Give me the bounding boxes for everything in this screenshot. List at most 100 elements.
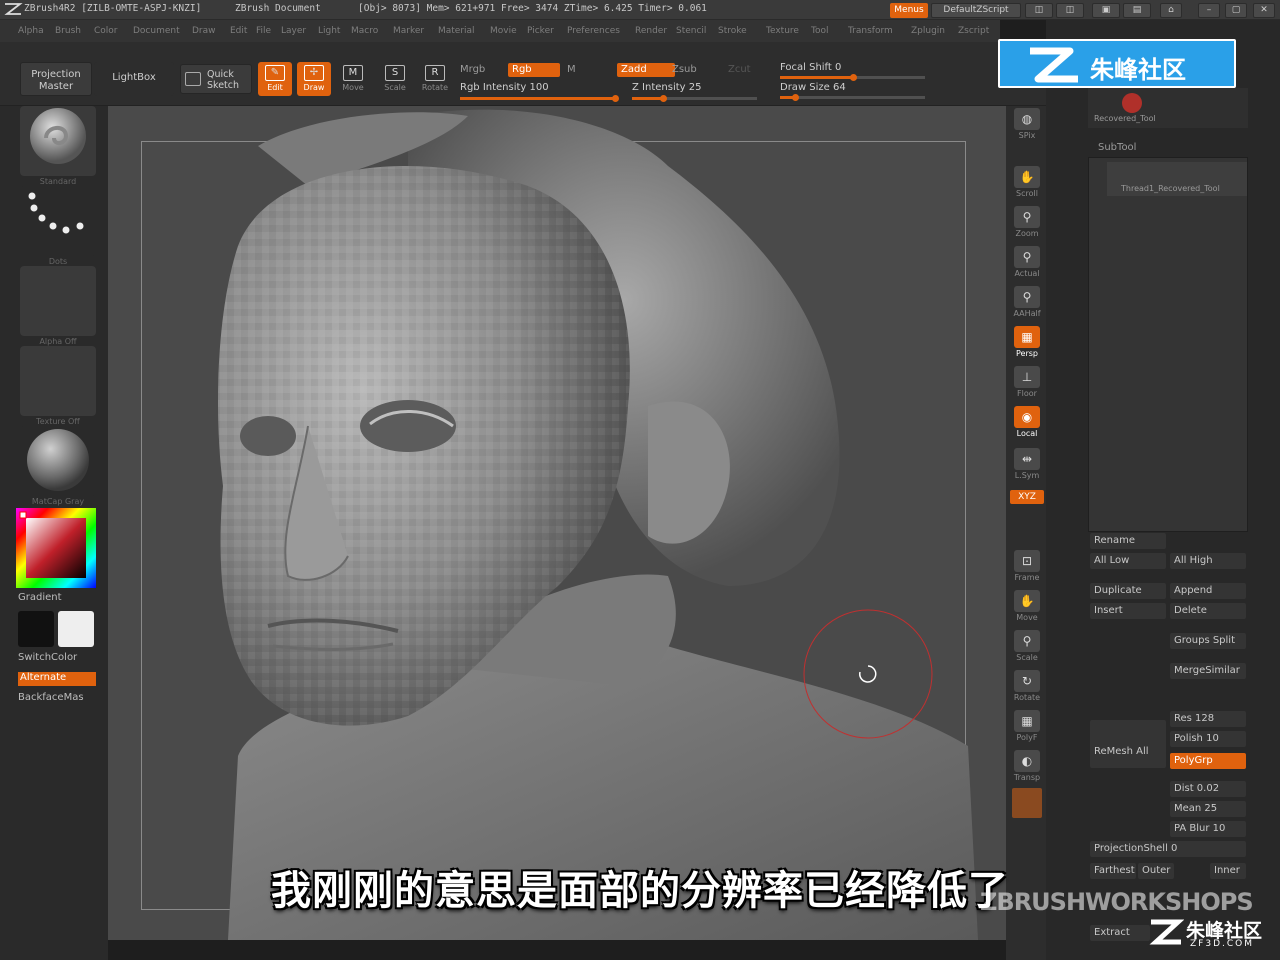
view-spix-button[interactable]: ◍ SPix	[1010, 106, 1044, 142]
maximize-icon[interactable]: ▢	[1225, 3, 1247, 18]
material-thumb[interactable]: MatCap Gray	[20, 426, 96, 506]
view-polyf-button[interactable]: ▦ PolyF	[1010, 708, 1044, 744]
focal-shift-slider[interactable]	[780, 74, 925, 81]
menu-material[interactable]: Material	[438, 26, 475, 36]
scale-tool-button[interactable]: S Scale	[378, 62, 412, 96]
remesh-all-button[interactable]: ReMesh All	[1090, 720, 1166, 768]
menu-stencil[interactable]: Stencil	[676, 26, 706, 36]
close-icon[interactable]: ✕	[1253, 3, 1275, 18]
view-aahalf-button[interactable]: ⚲ AAHalf	[1010, 284, 1044, 320]
layout-2-icon[interactable]: ◫	[1056, 3, 1084, 18]
menu-draw[interactable]: Draw	[192, 26, 216, 36]
dist-slider[interactable]: Dist 0.02	[1170, 781, 1246, 797]
menu-zscript[interactable]: Zscript	[958, 26, 989, 36]
texture-thumb[interactable]: Texture Off	[20, 346, 96, 426]
z-intensity-slider[interactable]	[632, 95, 757, 102]
menu-alpha[interactable]: Alpha	[18, 26, 44, 36]
append-button[interactable]: Append	[1170, 583, 1246, 599]
rgb-intensity-slider[interactable]	[460, 95, 619, 102]
view-actual-button[interactable]: ⚲ Actual	[1010, 244, 1044, 280]
menu-light[interactable]: Light	[318, 26, 340, 36]
view-rotate-button[interactable]: ↻ Rotate	[1010, 668, 1044, 704]
polish-slider[interactable]: Polish 10	[1170, 731, 1246, 747]
merge-similar-button[interactable]: MergeSimilar	[1170, 663, 1246, 679]
polygrp-toggle[interactable]: PolyGrp	[1170, 753, 1246, 769]
rgb-toggle[interactable]: Rgb	[508, 63, 560, 77]
zadd-toggle[interactable]: Zadd	[617, 63, 675, 77]
duplicate-button[interactable]: Duplicate	[1090, 583, 1166, 599]
xyz-symmetry-button[interactable]: XYZ	[1010, 490, 1044, 504]
delete-button[interactable]: Delete	[1170, 603, 1246, 619]
gradient-toggle[interactable]: Gradient	[18, 592, 96, 606]
lock-icon[interactable]: ⌂	[1160, 3, 1182, 18]
menu-marker[interactable]: Marker	[393, 26, 424, 36]
menu-tool[interactable]: Tool	[811, 26, 828, 36]
stroke-dots-thumb[interactable]: Dots	[20, 186, 96, 266]
menu-document[interactable]: Document	[133, 26, 180, 36]
insert-button[interactable]: Insert	[1090, 603, 1166, 619]
menu-movie[interactable]: Movie	[490, 26, 517, 36]
material-swatch[interactable]	[1012, 788, 1042, 818]
alpha-thumb[interactable]: Alpha Off	[20, 266, 96, 346]
menu-edit[interactable]: Edit	[230, 26, 247, 36]
color-picker[interactable]	[16, 508, 96, 588]
subtool-item[interactable]: Thread1_Recovered_Tool	[1107, 162, 1247, 196]
zcut-toggle[interactable]: Zcut	[728, 64, 751, 75]
view-scale-button[interactable]: ⚲ Scale	[1010, 628, 1044, 664]
view-scroll-button[interactable]: ✋ Scroll	[1010, 164, 1044, 200]
draw-tool-button[interactable]: ✢ Draw	[297, 62, 331, 96]
rotate-tool-button[interactable]: R Rotate	[418, 62, 452, 96]
menu-texture[interactable]: Texture	[766, 26, 799, 36]
res-slider[interactable]: Res 128	[1170, 711, 1246, 727]
menu-render[interactable]: Render	[635, 26, 667, 36]
view-persp-button[interactable]: ▦ Persp	[1010, 324, 1044, 360]
menu-stroke[interactable]: Stroke	[718, 26, 747, 36]
rename-button[interactable]: Rename	[1090, 533, 1166, 549]
view-transp-button[interactable]: ◐ Transp	[1010, 748, 1044, 784]
menu-zplugin[interactable]: Zplugin	[911, 26, 945, 36]
menu-transform[interactable]: Transform	[848, 26, 893, 36]
view-floor-button[interactable]: ⊥ Floor	[1010, 364, 1044, 400]
projection-shell-slider[interactable]: ProjectionShell 0	[1090, 841, 1246, 857]
document-icon[interactable]: ▤	[1123, 3, 1151, 18]
view-lsym-button[interactable]: ⇹ L.Sym	[1010, 446, 1044, 482]
backface-mask-button[interactable]: BackfaceMas	[18, 692, 96, 706]
menu-picker[interactable]: Picker	[527, 26, 554, 36]
m-toggle[interactable]: M	[567, 64, 576, 75]
move-tool-button[interactable]: M Move	[336, 62, 370, 96]
mean-slider[interactable]: Mean 25	[1170, 801, 1246, 817]
default-zscript-button[interactable]: DefaultZScript	[931, 3, 1021, 18]
canvas-viewport[interactable]	[108, 106, 1006, 940]
lightbox-button[interactable]: LightBox	[94, 62, 174, 96]
menu-brush[interactable]: Brush	[55, 26, 81, 36]
draw-size-slider[interactable]	[780, 94, 925, 101]
alternate-button[interactable]: Alternate	[18, 672, 96, 686]
menus-button[interactable]: Menus	[890, 3, 928, 18]
groups-split-button[interactable]: Groups Split	[1170, 633, 1246, 649]
menu-color[interactable]: Color	[94, 26, 118, 36]
all-high-button[interactable]: All High	[1170, 553, 1246, 569]
brush-standard-thumb[interactable]: Standard	[20, 106, 96, 186]
view-frame-button[interactable]: ⊡ Frame	[1010, 548, 1044, 584]
zsub-toggle[interactable]: Zsub	[672, 64, 697, 75]
all-low-button[interactable]: All Low	[1090, 553, 1166, 569]
menu-file[interactable]: File	[256, 26, 271, 36]
edit-tool-button[interactable]: ✎ Edit	[258, 62, 292, 96]
layout-icon[interactable]: ◫	[1025, 3, 1053, 18]
view-local-button[interactable]: ◉ Local	[1010, 404, 1044, 440]
projection-master-button[interactable]: Projection Master	[20, 62, 92, 96]
menu-layer[interactable]: Layer	[281, 26, 306, 36]
switch-color-button[interactable]: SwitchColor	[18, 652, 96, 666]
mrgb-toggle[interactable]: Mrgb	[460, 64, 485, 75]
menu-preferences[interactable]: Preferences	[567, 26, 620, 36]
view-move-button[interactable]: ✋ Move	[1010, 588, 1044, 624]
extract-button[interactable]: Extract	[1090, 925, 1150, 941]
secondary-color-swatch[interactable]	[18, 611, 54, 647]
subtool-header[interactable]: SubTool	[1098, 142, 1136, 153]
quick-sketch-button[interactable]: Quick Sketch	[180, 64, 252, 94]
main-color-swatch[interactable]	[58, 611, 94, 647]
minimize-icon[interactable]: –	[1198, 3, 1220, 18]
menu-macro[interactable]: Macro	[351, 26, 378, 36]
camera-icon[interactable]: ▣	[1092, 3, 1120, 18]
recovered-tool-label[interactable]: Recovered_Tool	[1094, 114, 1156, 123]
